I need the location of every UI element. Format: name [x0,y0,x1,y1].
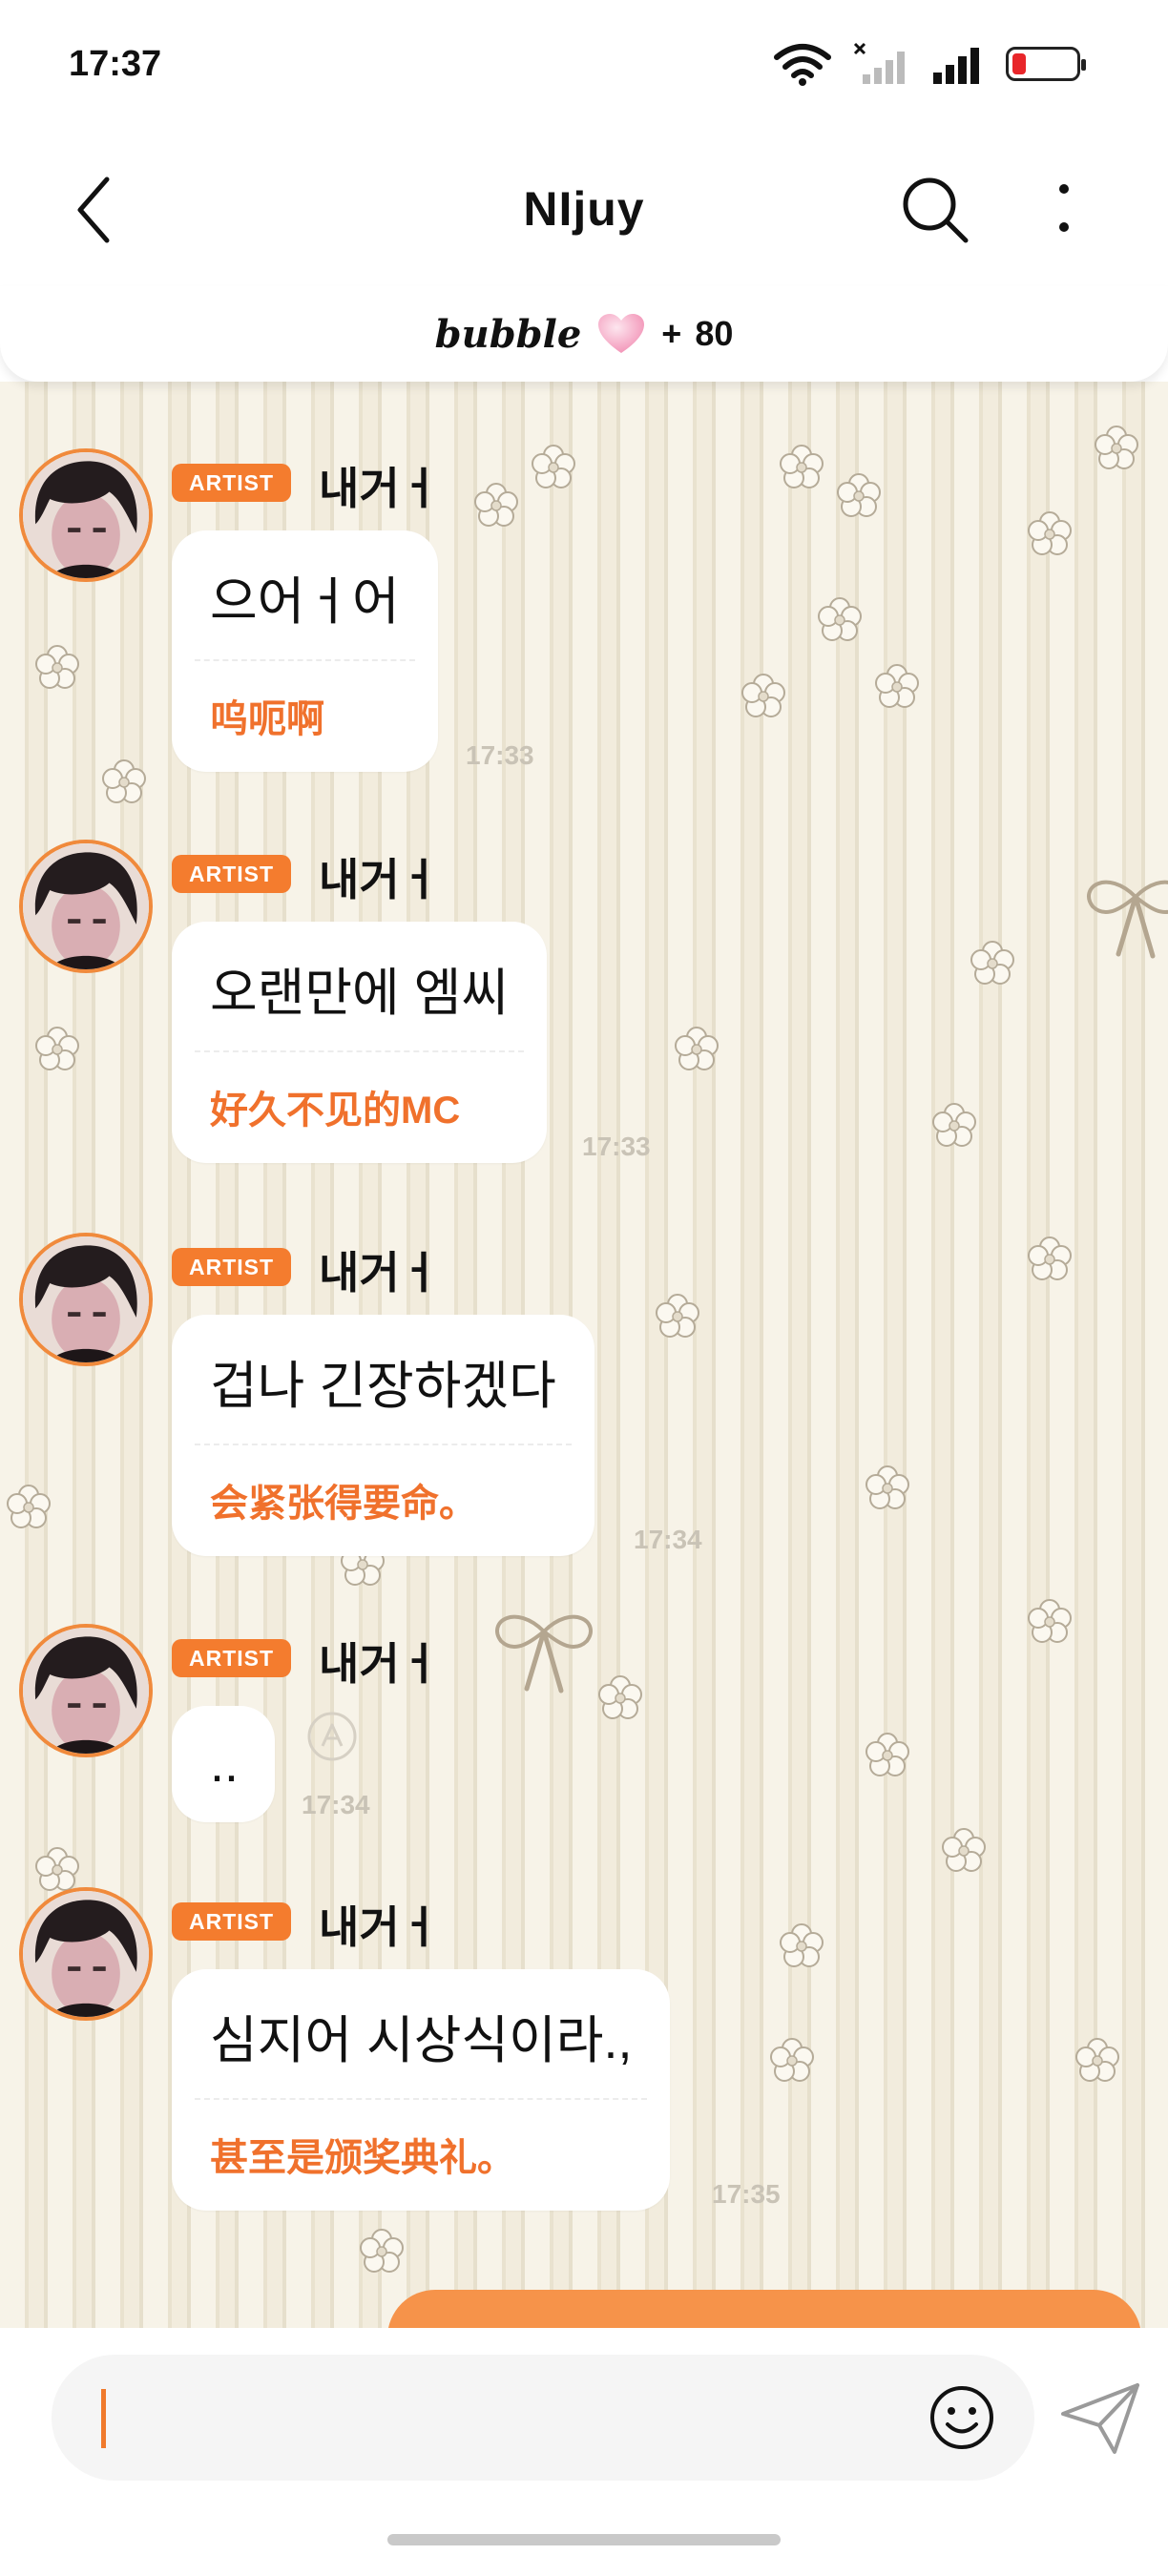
translate-icon[interactable] [303,1708,361,1765]
more-vertical-icon[interactable] [1050,176,1078,244]
message-bubble[interactable]: .. [172,1706,275,1822]
sender-name: 내거ㅓ [319,1248,440,1298]
message-translation: 甚至是颁奖典礼。 [210,2137,515,2179]
message-text: 오랜만에 엠씨 [210,965,510,1022]
signal-off-icon [853,42,905,84]
message-time: 17:34 [634,1525,702,1554]
artist-badge: ARTIST [172,1902,292,1941]
sender-name: 내거ㅓ [319,464,440,513]
message-bubble[interactable]: 심지어 시상식이라., 甚至是颁奖典礼。 [172,1969,671,2211]
bubble-count: 80 [695,314,734,353]
message-bubble[interactable]: 오랜만에 엠씨 好久不见的MC [172,922,548,1163]
chat-header: NIjuy [0,134,1168,286]
avatar[interactable] [19,448,153,582]
avatar[interactable] [19,840,153,973]
message-translation: 好久不见的MC [210,1090,461,1132]
input-bar [0,2328,1168,2576]
message-time: 17:33 [582,1132,651,1161]
artist-badge: ARTIST [172,1639,292,1677]
heart-icon [598,314,645,353]
sender-name: 내거ㅓ [319,1639,440,1689]
page-title: NIjuy [523,182,645,236]
outgoing-message-bubble[interactable] [387,2290,1141,2328]
smiley-icon[interactable] [928,2383,996,2452]
message-translation: 会紧张得要命。 [210,1483,477,1525]
sender-name: 내거ㅓ [319,855,440,904]
message-text: 으어ㅓ어 [210,573,400,631]
chat-area[interactable]: ARTIST 내거ㅓ 으어ㅓ어 呜呃啊 17:33 ARTIST 내거ㅓ 오랜만… [0,382,1168,2328]
search-icon[interactable] [897,172,973,248]
artist-badge: ARTIST [172,1248,292,1286]
status-bar: 17:37 [0,0,1168,134]
text-caret [101,2389,106,2448]
bubble-logo: bubble [434,311,582,357]
wifi-icon [774,44,831,86]
message-input[interactable] [52,2355,1034,2481]
signal-icon [933,48,979,84]
avatar[interactable] [19,1887,153,2021]
avatar[interactable] [19,1233,153,1366]
send-icon[interactable] [1057,2378,1143,2458]
artist-badge: ARTIST [172,464,292,502]
message-time: 17:33 [466,740,534,770]
message-text: .. [210,1735,240,1793]
message-translation: 呜呃啊 [210,698,324,740]
status-time: 17:37 [69,44,162,84]
bubble-plus: + [661,314,682,353]
message-bubble[interactable]: 겁나 긴장하겠다 会紧张得要命。 [172,1315,594,1556]
message-bubble[interactable]: 으어ㅓ어 呜呃啊 [172,530,438,772]
home-indicator[interactable] [387,2534,781,2545]
sender-name: 내거ㅓ [319,1902,440,1952]
avatar[interactable] [19,1624,153,1757]
message-time: 17:35 [712,2179,781,2209]
message-text: 심지어 시상식이라., [210,2012,633,2069]
bubble-balance-bar[interactable]: bubble + 80 [0,286,1168,382]
artist-badge: ARTIST [172,855,292,893]
message-time: 17:34 [302,1790,370,1819]
battery-low-icon [1006,47,1086,81]
status-icons [773,42,1086,86]
message-text: 겁나 긴장하겠다 [210,1358,556,1415]
